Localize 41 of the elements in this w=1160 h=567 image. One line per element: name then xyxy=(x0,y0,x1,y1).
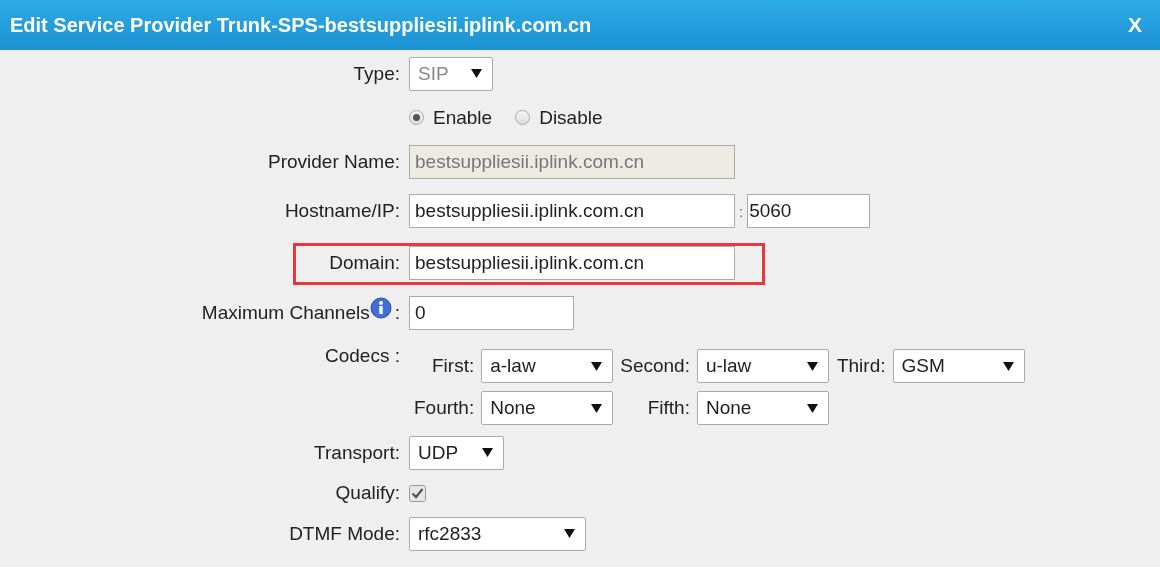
caret-icon xyxy=(482,448,493,457)
radio-label[interactable]: Enable xyxy=(433,106,493,129)
port-separator: : xyxy=(739,202,744,220)
dropdown[interactable]: UDP xyxy=(409,435,504,470)
codec-label: Fourth: xyxy=(414,397,475,419)
field-label: Hostname/IP: xyxy=(284,200,400,222)
window-title: Edit Service Provider Trunk-SPS-bestsuppliesii.iplink.com.cn xyxy=(10,13,592,37)
caret-icon xyxy=(806,403,818,413)
text-field[interactable]: 0 xyxy=(409,295,574,330)
text-field[interactable]: bestsuppliesii.iplink.com.cn xyxy=(409,245,735,280)
dropdown[interactable]: u-law xyxy=(696,349,829,383)
dropdown[interactable]: GSM xyxy=(892,349,1025,383)
dropdown[interactable]: None xyxy=(481,391,614,425)
info-icon[interactable] xyxy=(369,296,392,319)
field-label: DTMF Mode: xyxy=(289,522,400,545)
caret-icon xyxy=(471,69,482,78)
field-label: Qualify: xyxy=(335,482,400,504)
label-colon: : xyxy=(394,301,400,324)
field-label: Transport: xyxy=(314,441,400,464)
codec-label: Second: xyxy=(620,355,690,377)
dropdown[interactable]: rfc2833 xyxy=(409,516,586,551)
caret-icon xyxy=(591,361,603,371)
caret-icon xyxy=(591,403,603,413)
radio-button[interactable] xyxy=(515,110,531,125)
text-field[interactable]: bestsuppliesii.iplink.com.cn xyxy=(409,194,735,228)
field-label: Codecs : xyxy=(325,345,400,367)
codec-label: First: xyxy=(432,355,475,377)
radio-label[interactable]: Disable xyxy=(539,106,603,129)
caret-icon xyxy=(564,529,575,538)
field-label: Domain: xyxy=(329,251,400,274)
dropdown[interactable]: a-law xyxy=(481,349,614,383)
codec-label: Fifth: xyxy=(647,397,690,419)
field-label: Type: xyxy=(353,62,400,85)
caret-icon xyxy=(1002,361,1014,371)
radio-button[interactable] xyxy=(409,110,424,125)
dropdown[interactable]: None xyxy=(696,391,829,425)
field-label: Maximum Channels xyxy=(201,301,370,324)
field-label: Provider Name: xyxy=(268,150,400,173)
port-field[interactable]: 5060 xyxy=(747,194,871,228)
caret-icon xyxy=(806,361,818,371)
codec-label: Third: xyxy=(836,355,886,377)
